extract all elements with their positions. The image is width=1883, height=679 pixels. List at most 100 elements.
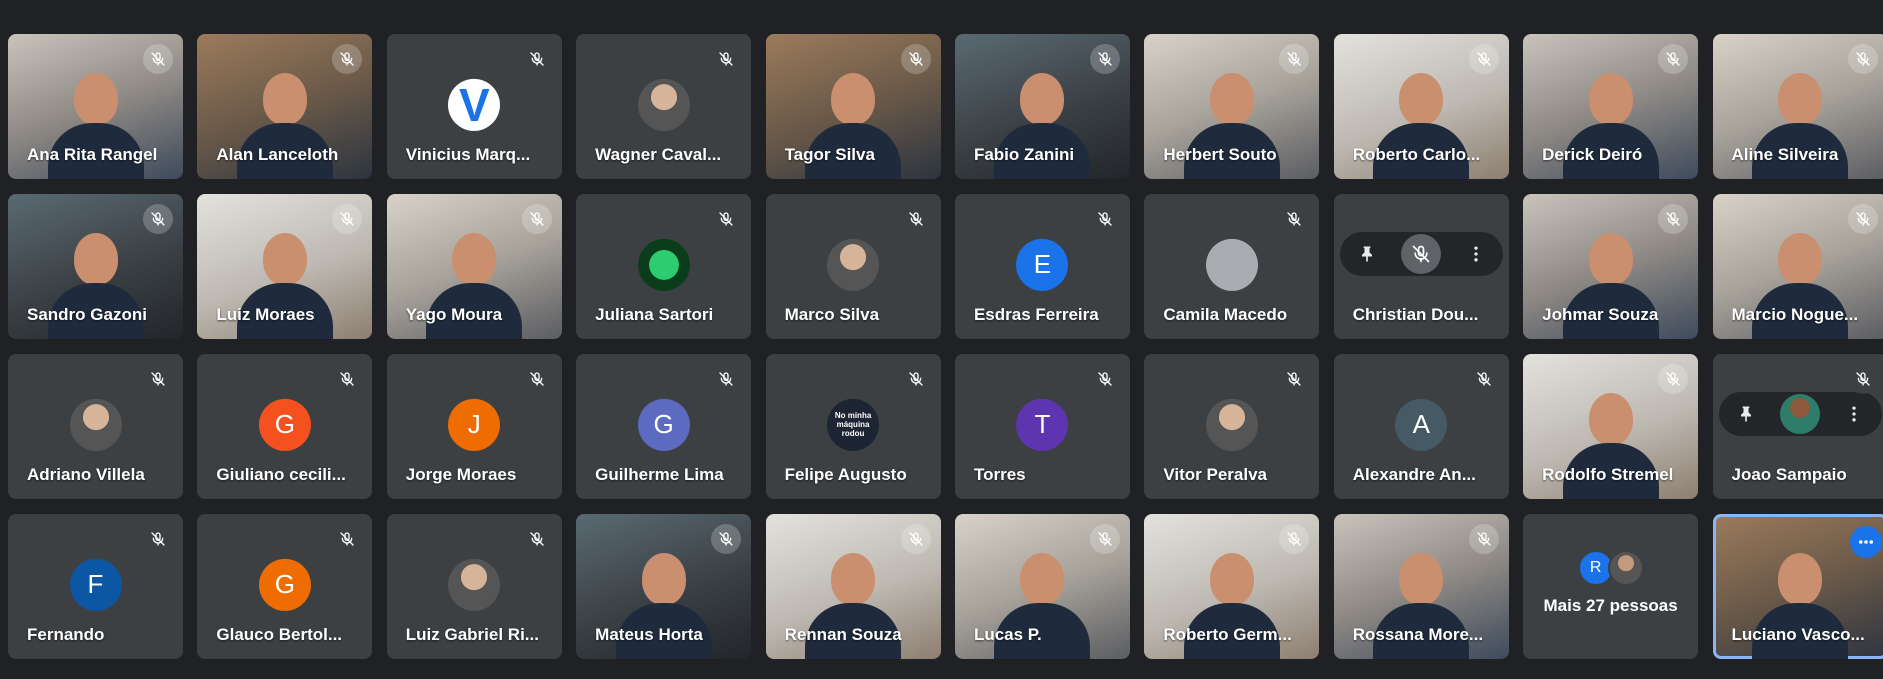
participant-tile[interactable]: Rossana More... <box>1333 514 1509 659</box>
participant-avatar: T <box>1016 398 1069 451</box>
mic-off-icon <box>900 364 931 394</box>
participant-name: Luiz Moraes <box>216 305 315 324</box>
participant-tile[interactable]: J Jorge Moraes <box>386 354 562 499</box>
participant-tile[interactable]: Luiz Moraes <box>197 194 373 339</box>
participant-name: Vinicius Marq... <box>405 145 531 164</box>
participant-tile[interactable]: G Guilherme Lima <box>576 354 752 499</box>
participant-tile[interactable]: Herbert Souto <box>1144 34 1320 179</box>
participant-tile[interactable]: Christian Dou... <box>1333 194 1509 339</box>
participant-tile[interactable]: Joao Sampaio <box>1712 354 1883 499</box>
mute-participant-button[interactable] <box>1401 234 1442 274</box>
participant-tile[interactable]: R Mais 27 pessoas <box>1523 514 1699 659</box>
participant-name: Fabio Zanini <box>973 145 1075 164</box>
participant-avatar <box>1205 238 1258 291</box>
participant-name: Torres <box>973 465 1026 484</box>
participant-tile[interactable]: Sandro Gazoni <box>8 194 183 339</box>
participant-tile[interactable]: Mateus Horta <box>576 514 752 659</box>
mic-off-icon <box>521 364 552 394</box>
participant-tile[interactable]: Juliana Sartori <box>576 194 752 339</box>
participant-tile[interactable]: Marcio Nogue... <box>1712 194 1883 339</box>
participant-tile[interactable]: Luciano Vasco... <box>1712 514 1883 659</box>
participant-tile[interactable]: T Torres <box>954 354 1130 499</box>
mic-off-icon <box>1847 204 1878 234</box>
participant-tile[interactable]: Johmar Souza <box>1523 194 1699 339</box>
participant-name: Mateus Horta <box>595 625 703 644</box>
participant-tile[interactable]: A Alexandre An... <box>1333 354 1509 499</box>
participant-tile[interactable]: Adriano Villela <box>8 354 183 499</box>
participant-tile[interactable]: Tagor Silva <box>765 34 941 179</box>
mic-off-icon <box>1279 44 1310 74</box>
participant-avatar: No minha máquina rodou <box>827 398 880 451</box>
mic-off-icon <box>1279 364 1310 394</box>
participant-tile[interactable]: V Vinicius Marq... <box>386 34 562 179</box>
mic-off-icon <box>1847 364 1878 394</box>
participant-name: Christian Dou... <box>1352 305 1479 324</box>
participant-avatar <box>1780 394 1820 434</box>
participant-tile[interactable]: Ana Rita Rangel <box>8 34 183 179</box>
participant-tile[interactable]: Rodolfo Stremel <box>1523 354 1699 499</box>
mic-off-icon <box>1089 44 1120 74</box>
mic-off-icon <box>711 204 742 234</box>
participant-tile[interactable]: Camila Macedo <box>1144 194 1320 339</box>
participant-avatar <box>448 558 501 611</box>
participant-tile[interactable]: G Glauco Bertol... <box>197 514 373 659</box>
participant-name: Guilherme Lima <box>595 465 724 484</box>
participant-tile[interactable]: Roberto Carlo... <box>1333 34 1509 179</box>
mic-off-icon <box>143 204 173 234</box>
participant-avatar: E <box>1016 238 1069 291</box>
participant-name: Juliana Sartori <box>595 305 714 324</box>
participant-name: Sandro Gazoni <box>27 305 147 324</box>
mic-off-icon <box>711 364 742 394</box>
participant-name: Rodolfo Stremel <box>1542 465 1674 484</box>
pin-icon[interactable] <box>1347 234 1387 274</box>
participant-name: Jorge Moraes <box>405 465 517 484</box>
participant-tile[interactable]: Alan Lanceloth <box>197 34 373 179</box>
participant-tile[interactable]: F Fernando <box>8 514 183 659</box>
participant-name: Roberto Carlo... <box>1352 145 1481 164</box>
participant-tile[interactable]: G Giuliano cecili... <box>197 354 373 499</box>
participant-tile[interactable]: Rennan Souza <box>765 514 941 659</box>
participant-tile[interactable]: Aline Silveira <box>1712 34 1883 179</box>
participant-name: Roberto Germ... <box>1163 625 1292 644</box>
participant-tile[interactable]: Roberto Germ... <box>1144 514 1320 659</box>
participant-tile[interactable]: Fabio Zanini <box>954 34 1130 179</box>
mic-off-icon <box>332 364 363 394</box>
participant-name: Lucas P. <box>973 625 1042 644</box>
participant-tile[interactable]: Yago Moura <box>386 194 562 339</box>
participant-tile[interactable]: No minha máquina rodou Felipe Augusto <box>765 354 941 499</box>
mic-off-icon <box>1089 364 1120 394</box>
participant-name: Marco Silva <box>784 305 880 324</box>
participant-avatar <box>637 78 690 131</box>
participant-tile[interactable]: Marco Silva <box>765 194 941 339</box>
participant-name: Joao Sampaio <box>1731 465 1847 484</box>
more-vert-icon[interactable] <box>1834 394 1874 434</box>
participant-name: Alan Lanceloth <box>216 145 339 164</box>
participant-tile[interactable]: Lucas P. <box>954 514 1130 659</box>
participant-tile[interactable]: Derick Deiró <box>1523 34 1699 179</box>
participant-name: Rossana More... <box>1352 625 1484 644</box>
participant-grid: Ana Rita Rangel Alan Lanceloth V Vinicius M… <box>8 34 1883 659</box>
mic-off-icon <box>521 204 552 234</box>
participant-name: Marcio Nogue... <box>1731 305 1859 324</box>
participant-tile[interactable]: E Esdras Ferreira <box>954 194 1130 339</box>
participant-name: Ana Rita Rangel <box>27 145 158 164</box>
mic-off-icon <box>1279 524 1310 554</box>
participant-tile[interactable]: Luiz Gabriel Ri... <box>386 514 562 659</box>
mic-off-icon <box>1089 524 1120 554</box>
participant-tile[interactable]: Vitor Peralva <box>1144 354 1320 499</box>
participant-name: Yago Moura <box>405 305 503 324</box>
participant-tile[interactable]: Wagner Caval... <box>576 34 752 179</box>
participant-name: Vitor Peralva <box>1163 465 1267 484</box>
mic-off-icon <box>143 524 173 554</box>
participant-name: Camila Macedo <box>1163 305 1288 324</box>
mic-off-icon <box>332 204 363 234</box>
pin-icon[interactable] <box>1726 394 1766 434</box>
mic-off-icon <box>1279 204 1310 234</box>
mic-off-icon <box>143 364 173 394</box>
participant-avatar: V <box>448 78 501 131</box>
mic-off-icon <box>332 524 363 554</box>
mic-off-icon <box>1468 44 1499 74</box>
more-vert-icon[interactable] <box>1456 234 1496 274</box>
participant-name: Esdras Ferreira <box>973 305 1099 324</box>
more-horiz-icon[interactable] <box>1849 526 1882 558</box>
